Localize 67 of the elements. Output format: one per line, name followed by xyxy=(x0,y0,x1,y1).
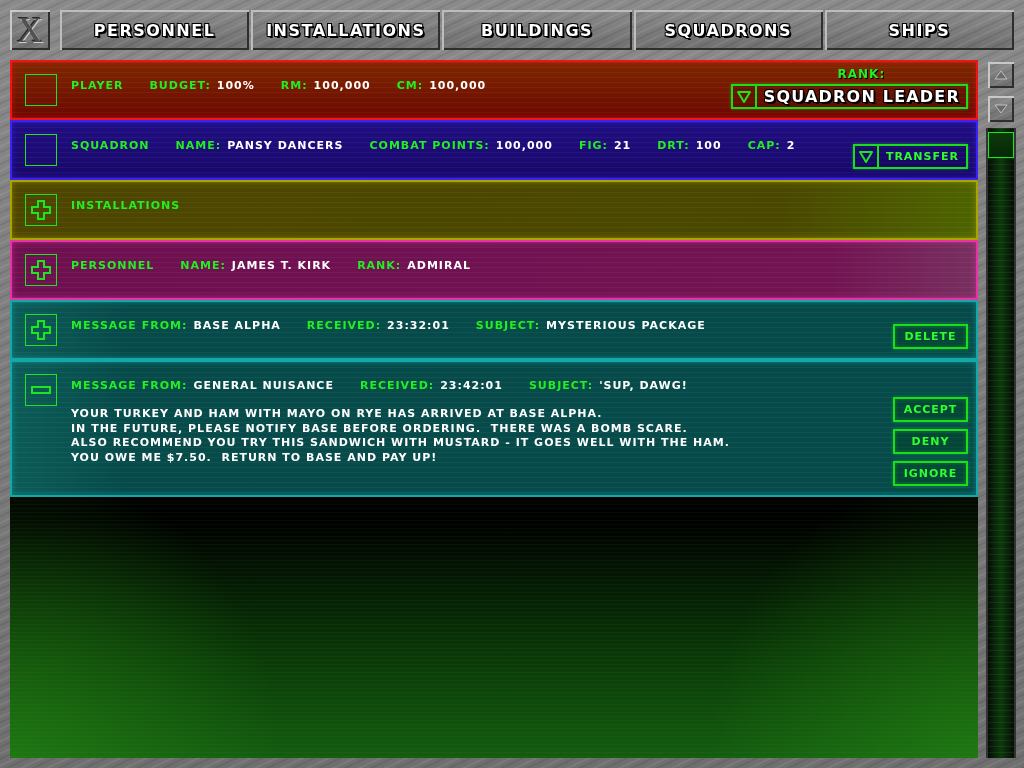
scrollbar-thumb[interactable] xyxy=(988,132,1014,158)
tab[interactable]: SQUADRONS xyxy=(633,10,823,50)
field-label: SUBJECT: xyxy=(475,319,541,333)
transfer-button[interactable]: TRANSFER xyxy=(852,144,968,169)
triangle-up-icon xyxy=(994,70,1008,80)
field-label: MESSAGE FROM: xyxy=(71,379,188,393)
field-label: NAME: xyxy=(175,139,222,153)
action-button[interactable]: IGNORE xyxy=(893,461,968,486)
scroll-up-button[interactable] xyxy=(988,62,1014,88)
triangle-down-icon xyxy=(994,104,1008,114)
action-button[interactable]: ACCEPT xyxy=(893,397,968,422)
action-button[interactable]: DENY xyxy=(893,429,968,454)
field-value: 100% xyxy=(216,79,255,93)
field-value: 100,000 xyxy=(313,79,371,93)
field-value: 2 xyxy=(786,139,796,153)
tab[interactable]: PERSONNEL xyxy=(60,10,250,50)
field-label: FIG: xyxy=(578,139,608,153)
field-value: GENERAL NUISANCE xyxy=(193,379,334,393)
field-value: 21 xyxy=(613,139,632,153)
expand-button[interactable] xyxy=(25,194,57,226)
field-value: MYSTERIOUS PACKAGE xyxy=(546,319,706,333)
panel-title: SQUADRON xyxy=(71,139,150,153)
scroll-down-button[interactable] xyxy=(988,96,1014,122)
field-value: 23:42:01 xyxy=(440,379,503,393)
tab[interactable]: SHIPS xyxy=(824,10,1014,50)
field-label: RM: xyxy=(280,79,308,93)
field-value: PANSY DANCERS xyxy=(227,139,344,153)
field-value: BASE ALPHA xyxy=(193,319,281,333)
field-label: RANK: xyxy=(357,259,402,273)
rank-dropdown[interactable]: SQUADRON LEADER xyxy=(730,84,968,109)
field-label: NAME: xyxy=(180,259,226,273)
plus-icon xyxy=(31,260,51,280)
field-label: CM: xyxy=(396,79,424,93)
field-label: DRT: xyxy=(657,139,690,153)
panel-title: PERSONNEL xyxy=(71,259,155,273)
field-label: CAP: xyxy=(747,139,781,153)
field-value: 100 xyxy=(695,139,722,153)
tab[interactable]: BUILDINGS xyxy=(442,10,632,50)
field-value: 100,000 xyxy=(495,139,553,153)
minus-icon xyxy=(31,386,51,394)
field-value: 23:32:01 xyxy=(387,319,450,333)
expand-button[interactable] xyxy=(25,254,57,286)
plus-icon xyxy=(31,320,51,340)
field-value: 100,000 xyxy=(429,79,487,93)
field-value: 'SUP, DAWG! xyxy=(599,379,688,393)
collapse-button[interactable] xyxy=(25,374,57,406)
field-label: SUBJECT: xyxy=(528,379,594,393)
caret-icon xyxy=(736,90,751,103)
field-value: ADMIRAL xyxy=(407,259,471,273)
field-label: RECEIVED: xyxy=(359,379,435,393)
caret-icon xyxy=(858,150,873,163)
field-value: JAMES T. KIRK xyxy=(231,259,332,273)
field-label: BUDGET: xyxy=(149,79,211,93)
rank-label: RANK: xyxy=(837,67,886,81)
square-icon xyxy=(25,74,57,106)
field-label: RECEIVED: xyxy=(306,319,382,333)
panel-title: PLAYER xyxy=(71,79,124,93)
message-body: YOUR TURKEY AND HAM WITH MAYO ON RYE HAS ARRIVED AT BASE ALPHA. IN THE FUTURE, PLEASE NOTIFY BASE BEFORE ORDERING. THERE WAS A BOMB SCARE. ALSO RECOMMEND YOU TRY THIS SANDWICH WITH MUSTARD - IT GOES WELL WITH THE HAM. YOU OWE ME $7.50. RETURN TO BASE AND PAY UP! xyxy=(71,407,731,465)
field-label: MESSAGE FROM: xyxy=(71,319,188,333)
square-icon xyxy=(25,134,57,166)
action-button[interactable]: DELETE xyxy=(893,324,968,349)
plus-icon xyxy=(31,200,51,220)
expand-button[interactable] xyxy=(25,314,57,346)
scrollbar-track[interactable] xyxy=(986,128,1016,758)
field-label: COMBAT POINTS: xyxy=(369,139,490,153)
tab[interactable]: INSTALLATIONS xyxy=(251,10,441,50)
panel-title: INSTALLATIONS xyxy=(71,199,181,213)
